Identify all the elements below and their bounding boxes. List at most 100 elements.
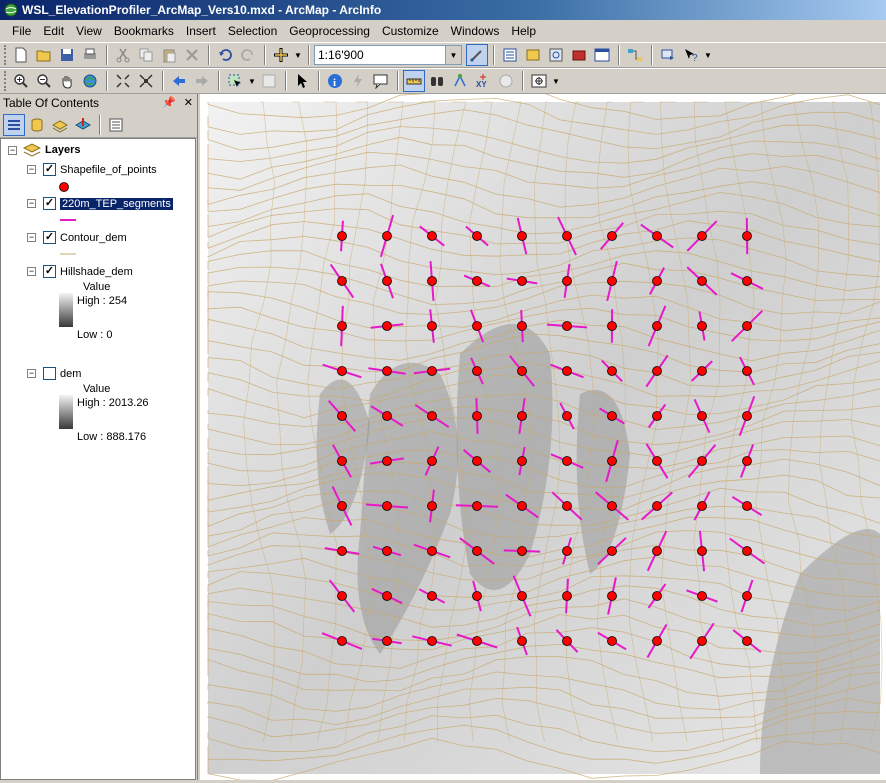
collapse-icon[interactable]: − [27, 199, 36, 208]
sample-point[interactable] [473, 232, 482, 241]
collapse-icon[interactable]: − [27, 369, 36, 378]
help-icon[interactable]: ? [680, 44, 702, 66]
sample-point[interactable] [743, 277, 752, 286]
sample-point[interactable] [518, 367, 527, 376]
sample-point[interactable] [518, 502, 527, 511]
sample-point[interactable] [563, 547, 572, 556]
sample-point[interactable] [698, 232, 707, 241]
sample-point[interactable] [563, 592, 572, 601]
sample-point[interactable] [338, 457, 347, 466]
menu-geoprocessing[interactable]: Geoprocessing [283, 24, 376, 38]
python-window-icon[interactable] [591, 44, 613, 66]
sample-point[interactable] [338, 637, 347, 646]
zoom-in-icon[interactable] [10, 70, 32, 92]
layer-node-hillshade-dem[interactable]: − ✓ Hillshade_dem [27, 265, 133, 278]
sample-point[interactable] [338, 592, 347, 601]
menu-customize[interactable]: Customize [376, 24, 445, 38]
sample-point[interactable] [473, 502, 482, 511]
sample-point[interactable] [473, 547, 482, 556]
sample-point[interactable] [518, 322, 527, 331]
html-popup-icon[interactable] [370, 70, 392, 92]
viewer-window-icon[interactable] [528, 70, 550, 92]
sample-point[interactable] [338, 547, 347, 556]
save-icon[interactable] [56, 44, 78, 66]
arctoolbox-icon[interactable] [568, 44, 590, 66]
sample-point[interactable] [473, 457, 482, 466]
sample-point[interactable] [563, 322, 572, 331]
catalog-icon[interactable] [522, 44, 544, 66]
sample-point[interactable] [383, 502, 392, 511]
add-toolbar-icon[interactable] [657, 44, 679, 66]
sample-point[interactable] [653, 322, 662, 331]
chevron-down-icon[interactable]: ▼ [445, 46, 461, 64]
sample-point[interactable] [608, 277, 617, 286]
sample-point[interactable] [473, 412, 482, 421]
sample-point[interactable] [698, 457, 707, 466]
sample-point[interactable] [338, 412, 347, 421]
find-route-icon[interactable] [449, 70, 471, 92]
sample-point[interactable] [698, 547, 707, 556]
sample-point[interactable] [563, 637, 572, 646]
collapse-icon[interactable]: − [27, 233, 36, 242]
sample-point[interactable] [338, 502, 347, 511]
sample-point[interactable] [653, 592, 662, 601]
sample-point[interactable] [383, 592, 392, 601]
sample-point[interactable] [428, 277, 437, 286]
sample-point[interactable] [743, 502, 752, 511]
toolbar-options-icon[interactable]: ▼ [703, 44, 713, 66]
menu-help[interactable]: Help [505, 24, 542, 38]
sample-point[interactable] [473, 367, 482, 376]
delete-icon[interactable] [181, 44, 203, 66]
sample-point[interactable] [743, 322, 752, 331]
sample-point[interactable] [428, 412, 437, 421]
sample-point[interactable] [608, 412, 617, 421]
sample-point[interactable] [428, 502, 437, 511]
menu-bookmarks[interactable]: Bookmarks [108, 24, 180, 38]
hyperlink-icon[interactable] [347, 70, 369, 92]
sample-point[interactable] [383, 547, 392, 556]
sample-point[interactable] [698, 637, 707, 646]
search-window-icon[interactable] [545, 44, 567, 66]
sample-point[interactable] [608, 457, 617, 466]
sample-point[interactable] [428, 322, 437, 331]
sample-point[interactable] [653, 502, 662, 511]
layer-node-shapefile-of-points[interactable]: − ✓ Shapefile_of_points [27, 163, 157, 176]
sample-point[interactable] [518, 637, 527, 646]
editor-toolbar-icon[interactable] [466, 44, 488, 66]
sample-point[interactable] [428, 637, 437, 646]
sample-point[interactable] [518, 412, 527, 421]
sample-point[interactable] [428, 367, 437, 376]
sample-point[interactable] [338, 232, 347, 241]
fixed-zoom-in-icon[interactable] [112, 70, 134, 92]
menu-windows[interactable]: Windows [445, 24, 506, 38]
sample-point[interactable] [518, 457, 527, 466]
sample-point[interactable] [653, 277, 662, 286]
sample-point[interactable] [608, 322, 617, 331]
sample-point[interactable] [608, 232, 617, 241]
layer-node-tep-segments[interactable]: − ✓ 220m_TEP_segments [27, 197, 173, 210]
sample-point[interactable] [473, 322, 482, 331]
sample-point[interactable] [383, 637, 392, 646]
collapse-icon[interactable]: − [27, 165, 36, 174]
sample-point[interactable] [563, 502, 572, 511]
sample-point[interactable] [383, 412, 392, 421]
list-by-drawing-order-icon[interactable] [3, 114, 25, 136]
menu-file[interactable]: File [6, 24, 37, 38]
sample-point[interactable] [518, 277, 527, 286]
sample-point[interactable] [563, 457, 572, 466]
sample-point[interactable] [653, 412, 662, 421]
sample-point[interactable] [698, 367, 707, 376]
undo-icon[interactable] [214, 44, 236, 66]
sample-point[interactable] [473, 637, 482, 646]
identify-icon[interactable]: i [324, 70, 346, 92]
sample-point[interactable] [518, 232, 527, 241]
sample-point[interactable] [563, 412, 572, 421]
new-document-icon[interactable] [10, 44, 32, 66]
sample-point[interactable] [608, 502, 617, 511]
sample-point[interactable] [743, 367, 752, 376]
sample-point[interactable] [743, 592, 752, 601]
layer-visibility-checkbox[interactable]: ✓ [43, 231, 56, 244]
layer-node-contour-dem[interactable]: − ✓ Contour_dem [27, 231, 127, 244]
time-slider-icon[interactable] [495, 70, 517, 92]
map-display[interactable] [200, 94, 886, 780]
